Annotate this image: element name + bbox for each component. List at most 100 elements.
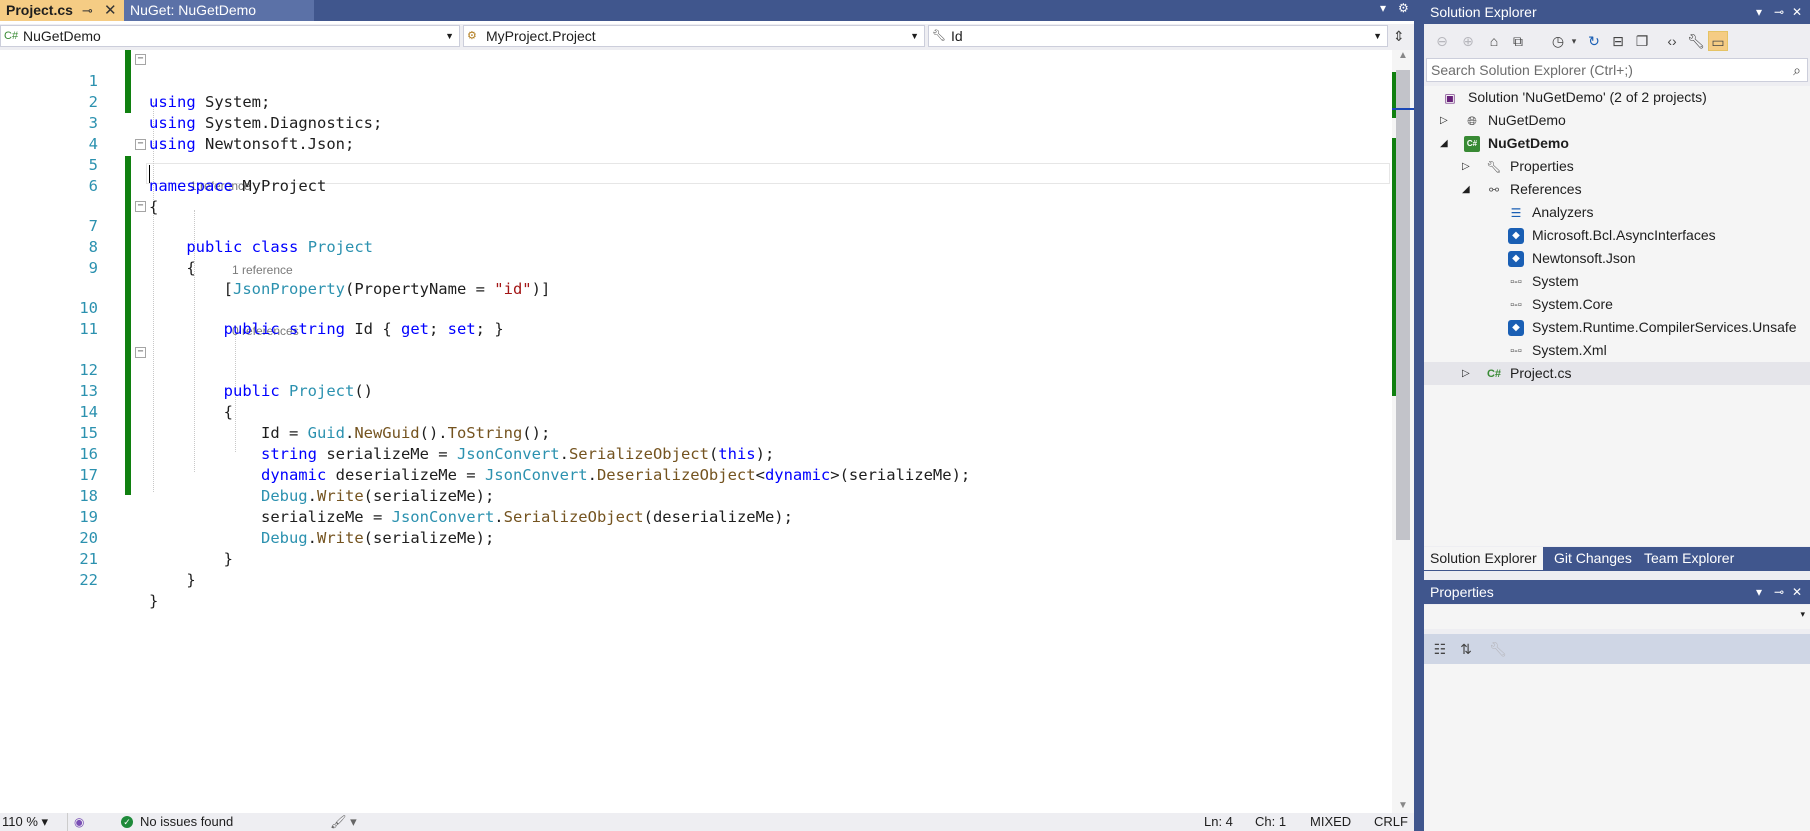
collapse-icon[interactable]: ◢ xyxy=(1440,132,1452,155)
view-code-icon[interactable]: ‹› xyxy=(1662,31,1682,51)
issues-status[interactable]: No issues found xyxy=(140,813,233,831)
code-text: public string Id { get; set; } xyxy=(223,320,504,338)
tool-window-tab-strip: Solution Explorer Git Changes Team Explo… xyxy=(1424,547,1810,571)
expand-icon[interactable]: ▷ xyxy=(1440,109,1452,132)
tree-item-csharp-project[interactable]: ◢ C# NuGetDemo xyxy=(1424,132,1810,155)
tab-nuget-manager[interactable]: NuGet: NuGetDemo xyxy=(124,0,314,21)
zoom-dropdown[interactable]: 110 % ▾ xyxy=(0,813,68,831)
tree-item-project-cs[interactable]: ▷ C# Project.cs xyxy=(1424,362,1810,385)
alphabetical-icon[interactable]: ⇅ xyxy=(1456,639,1476,659)
tab-team-explorer[interactable]: Team Explorer xyxy=(1638,547,1740,570)
tree-item-package-reference[interactable]: ◆ Microsoft.Bcl.AsyncInterfaces xyxy=(1424,224,1810,247)
forward-icon[interactable]: ⊕ xyxy=(1458,31,1478,51)
tree-item-solution[interactable]: ▣ Solution 'NuGetDemo' (2 of 2 projects) xyxy=(1424,86,1810,109)
line-indicator[interactable]: Ln: 4 xyxy=(1204,813,1233,831)
code-line: 12 public Project() xyxy=(0,339,1392,400)
tree-item-assembly-reference[interactable]: ▫-▫ System.Core xyxy=(1424,293,1810,316)
search-icon[interactable]: ⌕ xyxy=(1793,59,1801,81)
tab-project-cs[interactable]: Project.cs ⊸ ✕ xyxy=(0,0,128,21)
pane-splitter[interactable] xyxy=(1414,0,1424,831)
show-all-files-icon[interactable]: ❐ xyxy=(1632,31,1652,51)
expand-icon[interactable]: ▷ xyxy=(1462,362,1474,385)
tree-item-analyzers[interactable]: ☰ Analyzers xyxy=(1424,201,1810,224)
scrollbar-thumb[interactable] xyxy=(1396,70,1410,540)
line-endings-indicator[interactable]: CRLF xyxy=(1374,813,1408,831)
vertical-scrollbar[interactable]: ▲ ▼ xyxy=(1392,50,1414,813)
expand-icon[interactable]: ▷ xyxy=(1462,155,1474,178)
wrench-icon: 🔧︎ xyxy=(1486,160,1502,174)
scroll-down-icon[interactable]: ▼ xyxy=(1398,800,1408,811)
pin-icon[interactable]: ⊸ xyxy=(1774,580,1784,604)
preview-selected-items-icon[interactable]: ▭ xyxy=(1708,31,1728,51)
tabs-mode-indicator[interactable]: MIXED xyxy=(1310,813,1351,831)
code-line: 19 Debug.Write(serializeMe); xyxy=(0,486,1392,547)
zoom-value: 110 % xyxy=(2,814,38,829)
wrench-icon[interactable]: 🔧︎ xyxy=(1488,639,1508,659)
navigation-bar: C# NuGetDemo ▼ ⚙ MyProject.Project ▼ 🔧︎ … xyxy=(0,24,1414,50)
line-number: 11 xyxy=(79,320,98,338)
project-dropdown[interactable]: C# NuGetDemo ▼ xyxy=(0,25,460,47)
solution-explorer-title-bar: Solution Explorer ▾ ⊸ ✕ xyxy=(1424,0,1810,24)
code-line: 11 xyxy=(0,298,1392,338)
tab-label: Project.cs xyxy=(6,2,73,18)
switch-views-icon[interactable]: ⧉ xyxy=(1508,31,1528,51)
code-text-area[interactable]: 1 reference 1 reference 0 references − −… xyxy=(0,50,1392,813)
codelens-references[interactable]: 1 reference xyxy=(232,263,293,277)
class-icon: ⚙ xyxy=(467,30,477,42)
tree-item-package-reference[interactable]: ◆ System.Runtime.CompilerServices.Unsafe xyxy=(1424,316,1810,339)
dropdown-icon[interactable]: ▾ xyxy=(1756,580,1762,604)
close-icon[interactable]: ✕ xyxy=(1792,0,1802,24)
code-line: 16 dynamic deserializeMe = JsonConvert.D… xyxy=(0,423,1392,484)
code-line: 3 using Newtonsoft.Json; xyxy=(0,92,1392,153)
pin-icon[interactable]: ⊸ xyxy=(1774,0,1784,24)
pin-icon[interactable]: ⊸ xyxy=(82,0,93,21)
type-dropdown[interactable]: ⚙ MyProject.Project ▼ xyxy=(463,25,925,47)
line-number: 6 xyxy=(88,177,98,195)
assembly-icon: ▫-▫ xyxy=(1510,276,1522,288)
solution-tree: ▣ Solution 'NuGetDemo' (2 of 2 projects)… xyxy=(1424,86,1810,546)
csharp-file-icon: C# xyxy=(1486,368,1502,380)
tree-item-web-project[interactable]: ▷ 🌐︎ NuGetDemo xyxy=(1424,109,1810,132)
properties-object-dropdown[interactable]: ▾ xyxy=(1424,605,1810,629)
back-icon[interactable]: ⊖ xyxy=(1432,31,1452,51)
solution-explorer-toolbar: ⊖ ⊕ ⌂ ⧉ ◷ ▾ ↻ ⊟ ❐ ‹› 🔧︎ ▭ xyxy=(1424,26,1810,56)
code-line: 10 public string Id { get; set; } xyxy=(0,277,1392,338)
code-text: } xyxy=(149,592,159,610)
health-icon[interactable]: ◉ xyxy=(74,813,84,831)
home-icon[interactable]: ⌂ xyxy=(1484,31,1504,51)
wrench-icon[interactable]: 🔧︎ xyxy=(1686,31,1706,51)
editor-status-bar: 110 % ▾ ◉ ✓ No issues found 🖌︎ ▾ Ln: 4 C… xyxy=(0,813,1414,831)
collapse-all-icon[interactable]: ⊟ xyxy=(1608,31,1628,51)
tree-item-assembly-reference[interactable]: ▫-▫ System xyxy=(1424,270,1810,293)
scrollbar-caret-marker xyxy=(1392,108,1414,110)
wrench-icon: 🔧︎ xyxy=(932,30,946,42)
tab-dropdown-icon[interactable]: ▾ xyxy=(1380,1,1386,15)
tree-item-properties[interactable]: ▷ 🔧︎ Properties xyxy=(1424,155,1810,178)
solution-explorer-search-input[interactable]: Search Solution Explorer (Ctrl+;) ⌕ xyxy=(1426,58,1808,82)
tree-item-label: System.Xml xyxy=(1532,342,1607,358)
properties-title: Properties xyxy=(1430,584,1494,600)
tree-item-references[interactable]: ◢ ⚯ References xyxy=(1424,178,1810,201)
tree-item-label: System.Runtime.CompilerServices.Unsafe xyxy=(1532,319,1797,335)
nuget-package-icon: ◆ xyxy=(1508,251,1524,267)
split-window-icon[interactable]: ⇕ xyxy=(1393,28,1405,45)
chevron-down-icon[interactable]: ▾ xyxy=(1564,31,1584,51)
code-line: 8 { xyxy=(0,216,1392,277)
categorized-icon[interactable]: ☷ xyxy=(1430,639,1450,659)
tab-git-changes[interactable]: Git Changes xyxy=(1548,547,1638,570)
close-icon[interactable]: ✕ xyxy=(104,0,117,21)
scroll-up-icon[interactable]: ▲ xyxy=(1398,50,1408,61)
tree-item-package-reference[interactable]: ◆ Newtonsoft.Json xyxy=(1424,247,1810,270)
code-line: 5 namespace MyProject xyxy=(0,134,1392,195)
collapse-icon[interactable]: ◢ xyxy=(1462,178,1474,201)
column-indicator[interactable]: Ch: 1 xyxy=(1255,813,1286,831)
refresh-icon[interactable]: ↻ xyxy=(1584,31,1604,51)
chevron-down-icon: ▼ xyxy=(910,31,919,41)
member-dropdown[interactable]: 🔧︎ Id ▼ xyxy=(928,25,1388,47)
dropdown-icon[interactable]: ▾ xyxy=(1756,0,1762,24)
code-cleanup-icon[interactable]: 🖌︎ ▾ xyxy=(330,813,357,831)
gear-icon[interactable]: ⚙ xyxy=(1398,1,1409,15)
tree-item-assembly-reference[interactable]: ▫-▫ System.Xml xyxy=(1424,339,1810,362)
tab-solution-explorer[interactable]: Solution Explorer xyxy=(1424,547,1543,570)
close-icon[interactable]: ✕ xyxy=(1792,580,1802,604)
